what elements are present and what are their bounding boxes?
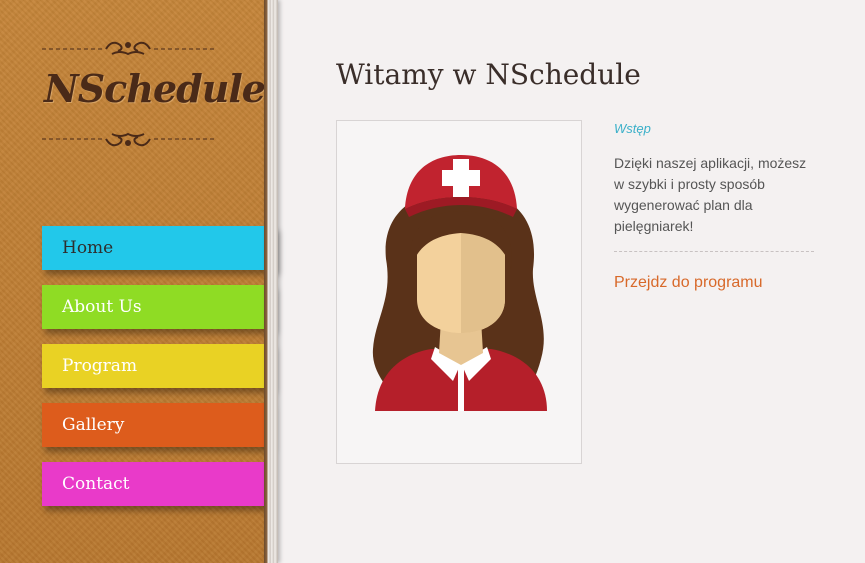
sidebar: NSchedule Home About Us Program Gallery …: [0, 0, 276, 563]
nav-item-gallery[interactable]: Gallery: [42, 403, 271, 447]
book-spine: [264, 0, 278, 563]
nav-item-home[interactable]: Home: [42, 226, 276, 270]
nurse-illustration: [372, 155, 547, 411]
nav-item-contact[interactable]: Contact: [42, 462, 269, 506]
nurse-image-frame: [336, 120, 582, 464]
intro-label: Wstęp: [614, 121, 651, 136]
nav-item-program[interactable]: Program: [42, 344, 273, 388]
logo[interactable]: NSchedule: [40, 34, 266, 156]
intro-text: Dzięki naszej aplikacji, możesz w szybki…: [614, 155, 807, 234]
divider: [614, 251, 814, 252]
page-title: Witamy w NSchedule: [336, 58, 641, 91]
nav-item-about-us[interactable]: About Us: [42, 285, 274, 329]
logo-text: NSchedule: [44, 66, 266, 111]
go-to-program-link[interactable]: Przejdz do programu: [614, 274, 763, 292]
